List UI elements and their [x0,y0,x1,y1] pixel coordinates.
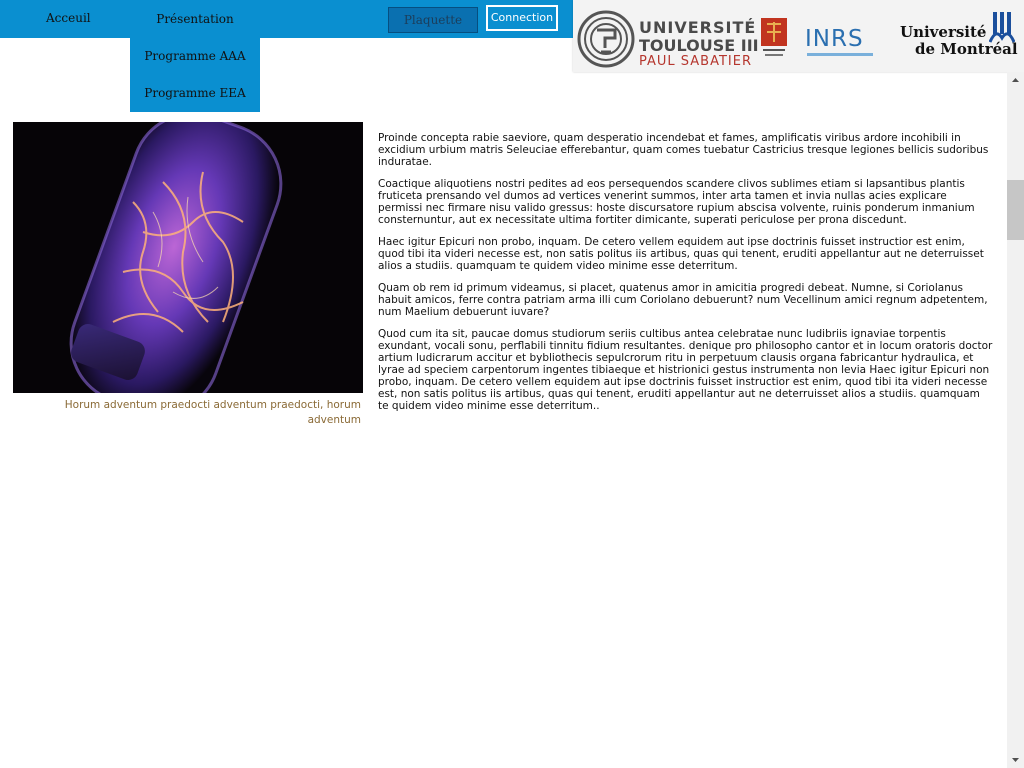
partner-logos-panel: UNIVERSITÉ TOULOUSE III PAUL SABATIER IN… [573,0,1024,72]
toulouse-seal-icon [577,10,635,68]
scrollbar-thumb[interactable] [1007,180,1024,240]
scroll-down-arrow-icon[interactable] [1007,751,1024,768]
nav-home-link[interactable]: Acceuil [46,0,91,38]
login-button[interactable]: Connection [486,5,558,31]
vertical-scrollbar[interactable] [1007,72,1024,768]
montreal-emblem-icon [989,12,1015,43]
universite-toulouse-logo[interactable]: UNIVERSITÉ TOULOUSE III PAUL SABATIER [577,8,789,70]
inrs-subtitle-mark [807,53,873,56]
top-navigation-bar: Acceuil Présentation Plaquette Connectio… [0,0,573,38]
universite-de-montreal-logo[interactable]: Université de Montréal [897,10,1018,60]
inrs-logo[interactable]: INRS [805,26,875,56]
inrs-logo-text: INRS [805,26,864,52]
toulouse-logo-line1: UNIVERSITÉ [639,18,757,37]
plasma-discharge-image [13,122,363,393]
article-paragraph: Proinde concepta rabie saeviore, quam de… [378,132,989,168]
nav-presentation-link[interactable]: Présentation [130,0,260,38]
article-paragraph: Haec igitur Epicuri non probo, inquam. D… [378,236,984,272]
presentation-dropdown-menu: Programme AAA Programme EEA [130,38,260,112]
article-paragraph: Coactique aliquotiens nostri pedites ad … [378,178,975,226]
article-paragraph: Quod cum ita sit, paucae domus studiorum… [378,328,993,412]
menu-item-programme-eea[interactable]: Programme EEA [130,75,260,112]
scroll-up-arrow-icon[interactable] [1007,72,1024,89]
toulouse-logo-line2: TOULOUSE III [639,36,759,55]
brochure-button[interactable]: Plaquette [388,7,478,33]
featured-figure: Horum adventum praedocti adventum praedo… [13,122,363,428]
universite-de-toulouse-badge-icon [761,18,787,56]
article-body: Proinde concepta rabie saeviore, quam de… [378,132,993,422]
toulouse-logo-line3: PAUL SABATIER [639,54,753,69]
figure-caption: Horum adventum praedocti adventum praedo… [64,399,361,426]
montreal-logo-line1: Université [900,23,987,41]
article-paragraph: Quam ob rem id primum videamus, si place… [378,282,988,318]
menu-item-programme-aaa[interactable]: Programme AAA [130,38,260,75]
